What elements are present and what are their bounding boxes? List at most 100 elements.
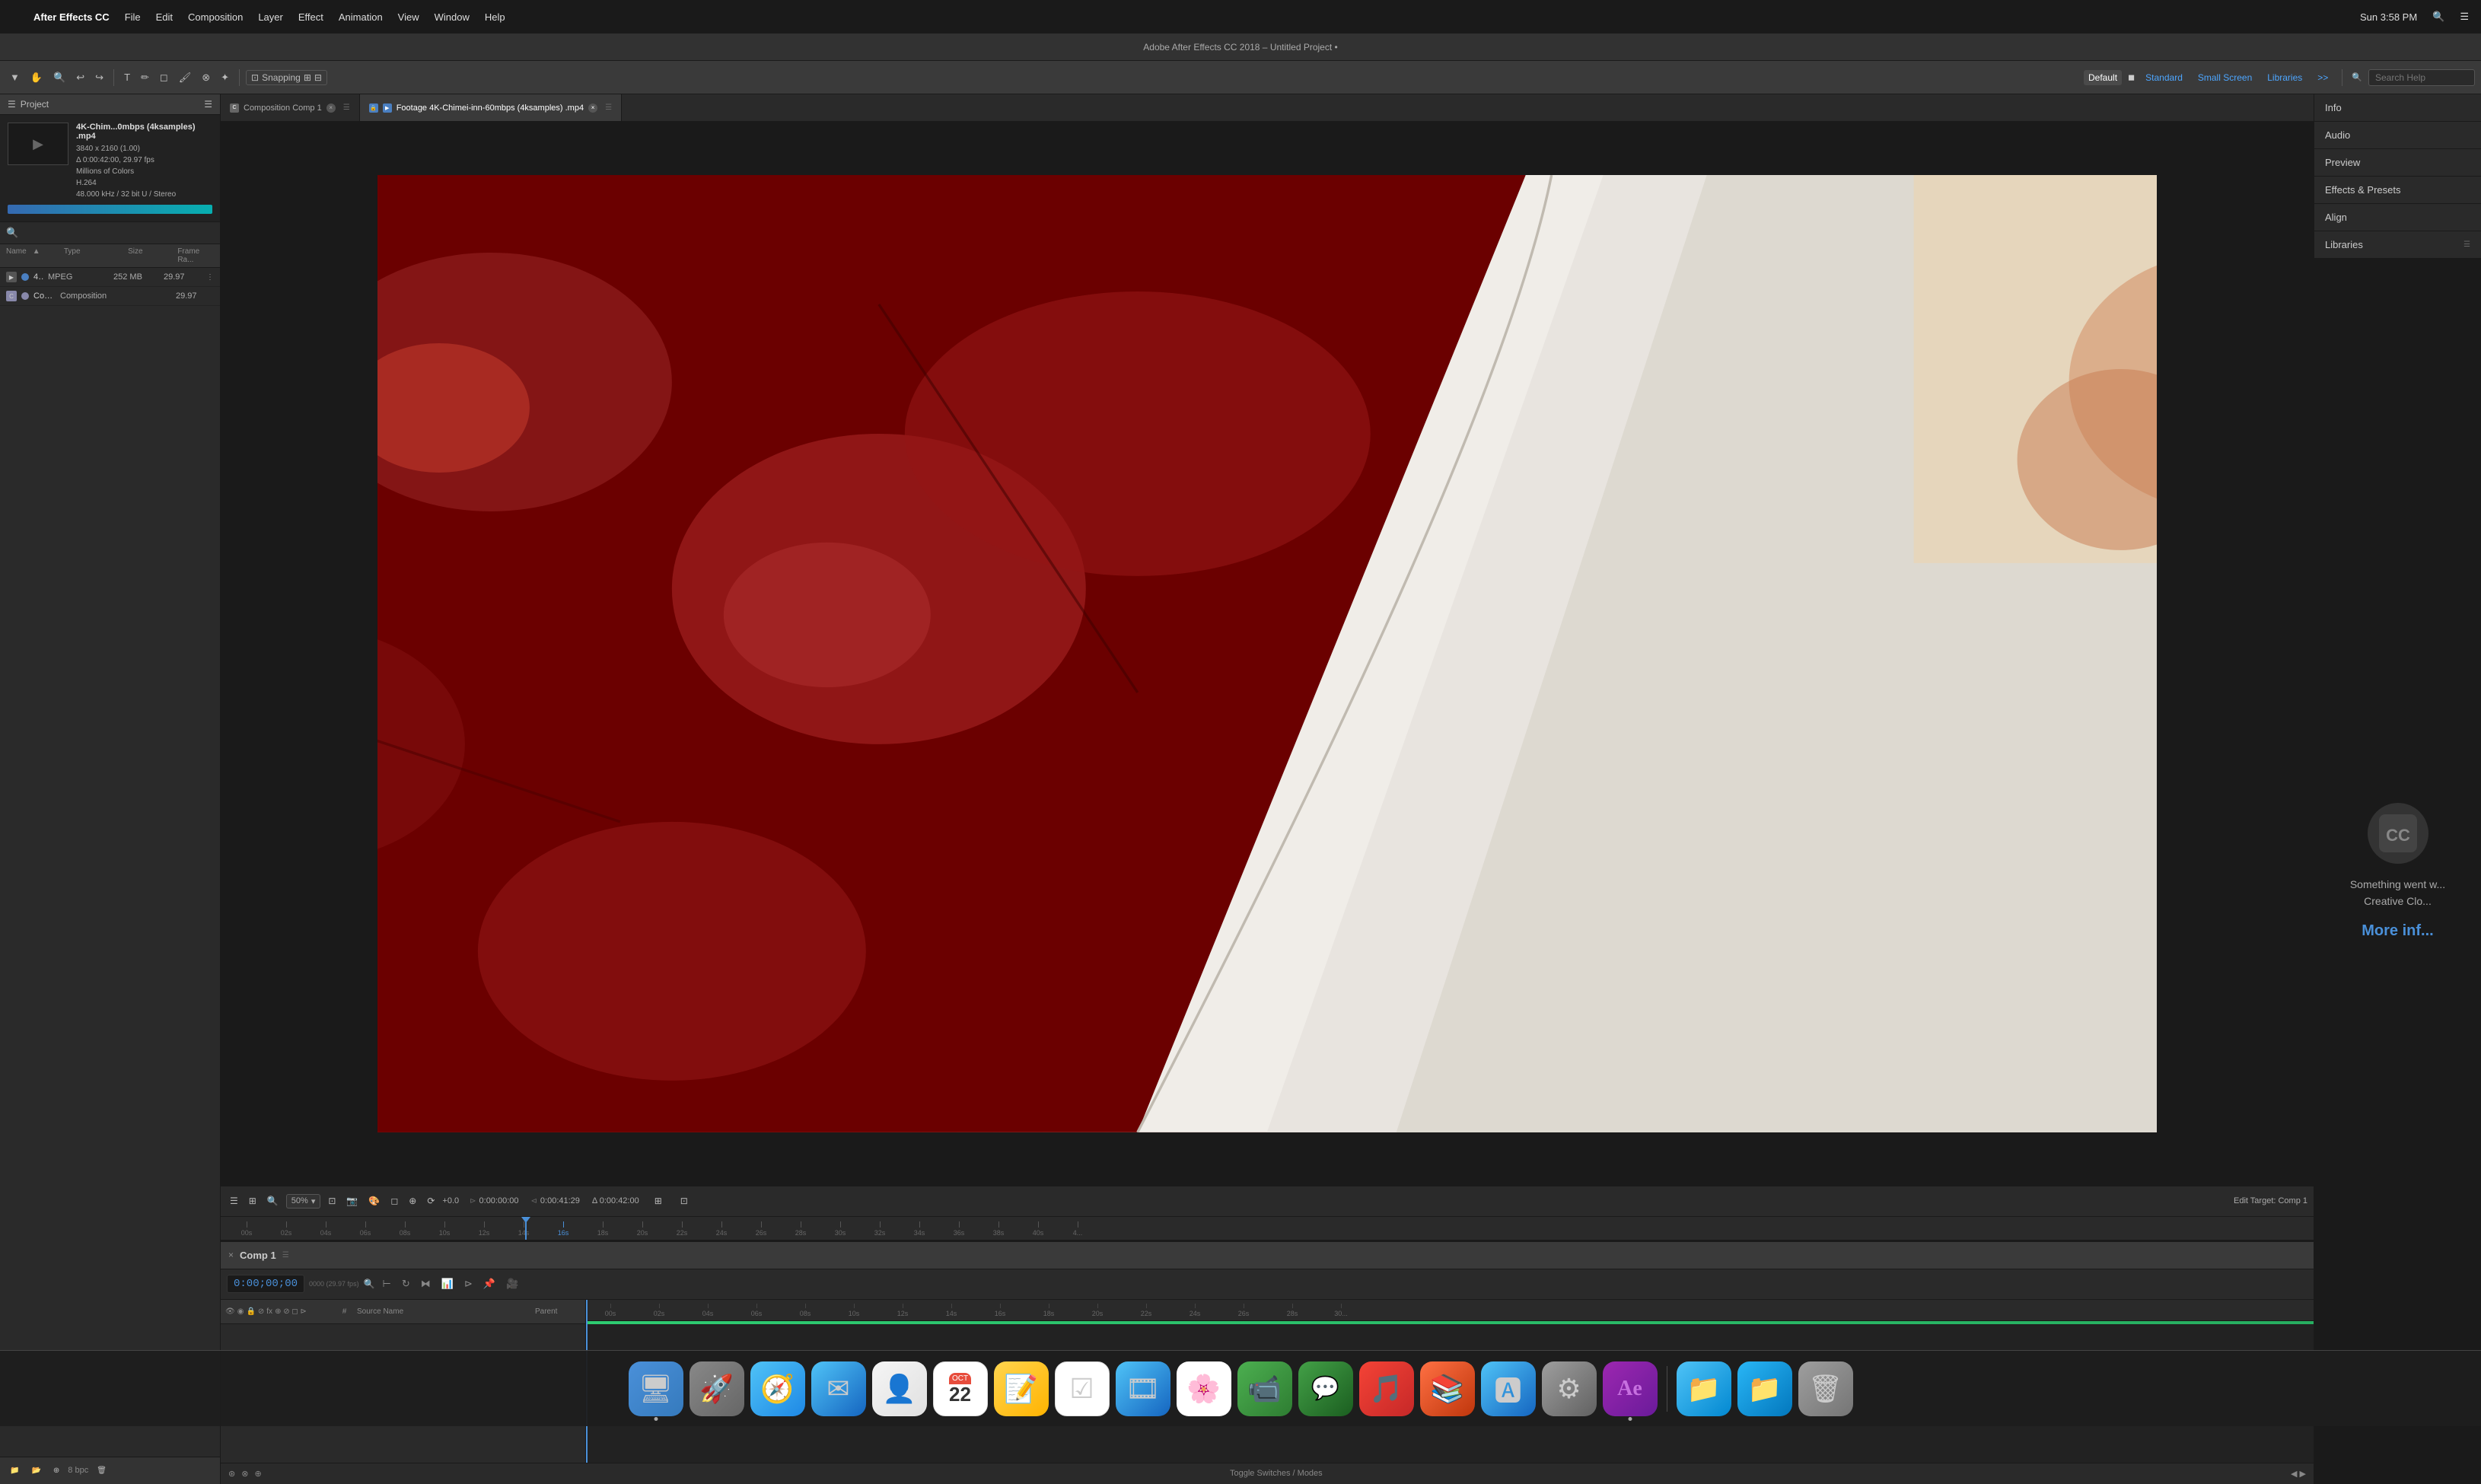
tc-camera-btn[interactable]: 🎥 bbox=[503, 1276, 521, 1291]
file-list-item-0[interactable]: ▶ 4K-Chim...mp4 MPEG 252 MB 29.97 ⋮ bbox=[0, 268, 220, 287]
comp-tab-close[interactable]: × bbox=[326, 103, 336, 113]
tool-roto[interactable]: ⊗ bbox=[198, 69, 214, 86]
menu-help[interactable]: Help bbox=[485, 11, 505, 23]
search-help-input[interactable] bbox=[2368, 69, 2475, 86]
dock-appstore[interactable]: 🅰 bbox=[1481, 1361, 1536, 1416]
right-panel-libraries[interactable]: Libraries ☰ bbox=[2314, 231, 2481, 259]
viewer-magnify-btn[interactable]: 🔍 bbox=[264, 1194, 282, 1208]
tab-footage[interactable]: 🔒 ▶ Footage 4K-Chimei-inn-60mbps (4ksamp… bbox=[360, 94, 622, 121]
tc-chart-btn[interactable]: 📊 bbox=[438, 1276, 457, 1291]
menu-file[interactable]: File bbox=[125, 11, 141, 23]
tool-redo[interactable]: ↪ bbox=[91, 69, 107, 86]
file-options-0[interactable]: ⋮ bbox=[206, 273, 214, 282]
dock-safari[interactable]: 🧭 bbox=[750, 1361, 805, 1416]
workspace-libraries[interactable]: Libraries bbox=[2263, 70, 2307, 85]
workspace-standard[interactable]: Standard bbox=[2141, 70, 2187, 85]
tc-loop-btn[interactable]: ↻ bbox=[399, 1276, 413, 1291]
right-panel-info[interactable]: Info bbox=[2314, 94, 2481, 122]
dock-settings[interactable]: ⚙ bbox=[1542, 1361, 1597, 1416]
workspace-default[interactable]: Default bbox=[2084, 70, 2122, 85]
viewer-layout-btn[interactable]: ⊞ bbox=[246, 1194, 260, 1208]
tool-pen[interactable]: ✏ bbox=[137, 69, 153, 86]
tc-trim-btn[interactable]: ⊢ bbox=[380, 1276, 394, 1291]
footage-tab-close[interactable]: × bbox=[588, 103, 597, 113]
tool-undo[interactable]: ↩ bbox=[72, 69, 88, 86]
tc-add-marker-btn[interactable]: ⧓ bbox=[418, 1276, 434, 1291]
timeline-timecode[interactable]: 0:00;00;00 bbox=[227, 1275, 304, 1293]
tool-paint[interactable]: 🖌 bbox=[175, 69, 196, 86]
viewer-refresh-btn[interactable]: ⟳ bbox=[424, 1194, 438, 1208]
dock-calendar[interactable]: OCT 22 bbox=[933, 1361, 988, 1416]
menu-window[interactable]: Window bbox=[435, 11, 470, 23]
viewer-color-btn[interactable]: 🎨 bbox=[365, 1194, 383, 1208]
workspace-small-screen[interactable]: Small Screen bbox=[2193, 70, 2256, 85]
viewer-mask-btn[interactable]: ◻ bbox=[387, 1194, 401, 1208]
delete-item-btn[interactable]: 🗑 bbox=[93, 1464, 110, 1477]
tab-comp[interactable]: C Composition Comp 1 × ☰ bbox=[221, 94, 360, 121]
new-folder-btn[interactable]: 📂 bbox=[27, 1464, 44, 1477]
menu-effect[interactable]: Effect bbox=[298, 11, 323, 23]
dock-facetime2[interactable]: 💬 bbox=[1298, 1361, 1353, 1416]
project-search-input[interactable] bbox=[23, 228, 214, 238]
right-panel-preview[interactable]: Preview bbox=[2314, 149, 2481, 177]
cc-more-info-link[interactable]: More inf... bbox=[2362, 922, 2433, 940]
toggle-icon-3[interactable]: ⊕ bbox=[254, 1469, 261, 1479]
dock-reminders[interactable]: ☑ bbox=[1055, 1361, 1110, 1416]
tool-zoom[interactable]: 🔍 bbox=[49, 69, 69, 86]
toggle-icon-1[interactable]: ⊛ bbox=[228, 1469, 235, 1479]
toggle-icon-2[interactable]: ⊗ bbox=[241, 1469, 248, 1479]
dock-books[interactable]: 📚 bbox=[1420, 1361, 1475, 1416]
viewer-3d-btn[interactable]: ⊕ bbox=[406, 1194, 419, 1208]
viewer-snap-btn[interactable]: ⊡ bbox=[325, 1194, 339, 1208]
workspace-more[interactable]: >> bbox=[2313, 70, 2333, 85]
dock-photos[interactable]: 🌸 bbox=[1177, 1361, 1231, 1416]
tool-shape[interactable]: ◻ bbox=[156, 69, 172, 86]
dock-notes[interactable]: 📝 bbox=[994, 1361, 1049, 1416]
menu-controls-icon[interactable]: ☰ bbox=[2460, 11, 2469, 23]
dock-launchpad[interactable]: 🚀 bbox=[690, 1361, 744, 1416]
viewer-playhead[interactable] bbox=[525, 1217, 527, 1240]
tc-pin-btn[interactable]: 📌 bbox=[480, 1276, 498, 1291]
menu-layer[interactable]: Layer bbox=[258, 11, 283, 23]
dock-contacts[interactable]: 👤 bbox=[872, 1361, 927, 1416]
right-panel-align[interactable]: Align bbox=[2314, 204, 2481, 231]
menu-search-icon[interactable]: 🔍 bbox=[2432, 11, 2444, 23]
dock-mail[interactable]: ✉ bbox=[811, 1361, 866, 1416]
viewer-snap2-btn[interactable]: ⊡ bbox=[677, 1194, 691, 1208]
toggle-label[interactable]: Toggle Switches / Modes bbox=[1230, 1469, 1323, 1478]
project-menu-icon[interactable]: ☰ bbox=[204, 99, 212, 110]
tool-puppet[interactable]: ✦ bbox=[217, 69, 233, 86]
viewer-camera-btn[interactable]: 📷 bbox=[343, 1194, 361, 1208]
dock-keynote[interactable]: 🎞 bbox=[1116, 1361, 1170, 1416]
dock-finder[interactable]: 🖥 bbox=[629, 1361, 683, 1416]
dock-ae[interactable]: Ae bbox=[1603, 1361, 1658, 1416]
tool-text[interactable]: T bbox=[120, 69, 134, 85]
item-settings-btn[interactable]: ⊕ bbox=[49, 1464, 63, 1477]
timeline-close-btn[interactable]: × bbox=[228, 1250, 234, 1260]
tool-select[interactable]: ▼ bbox=[6, 69, 24, 85]
tc-search-icon[interactable]: 🔍 bbox=[364, 1279, 375, 1289]
snapping-toggle[interactable]: ⊡ Snapping ⊞ ⊟ bbox=[246, 70, 327, 85]
menu-view[interactable]: View bbox=[398, 11, 419, 23]
timeline-collapse-btn[interactable]: ◀ ▶ bbox=[2291, 1469, 2306, 1479]
right-panel-audio[interactable]: Audio bbox=[2314, 122, 2481, 149]
dock-folder-2[interactable]: 📁 bbox=[1737, 1361, 1792, 1416]
tc-toggle-btn[interactable]: ⊳ bbox=[461, 1276, 476, 1291]
tool-hand[interactable]: ✋ bbox=[27, 69, 46, 86]
viewer-zoom-display[interactable]: 50% ▾ bbox=[286, 1194, 321, 1209]
timeline-menu-icon[interactable]: ☰ bbox=[282, 1251, 289, 1259]
menu-edit[interactable]: Edit bbox=[156, 11, 173, 23]
dock-facetime[interactable]: 📹 bbox=[1237, 1361, 1292, 1416]
viewer-cache-btn[interactable]: ⊞ bbox=[651, 1194, 665, 1208]
file-list-item-1[interactable]: C Comp 1 Composition 29.97 bbox=[0, 287, 220, 306]
menu-composition[interactable]: Composition bbox=[188, 11, 243, 23]
app-name[interactable]: After Effects CC bbox=[33, 11, 110, 23]
dock-trash[interactable]: 🗑 bbox=[1798, 1361, 1853, 1416]
libraries-collapse-icon[interactable]: ☰ bbox=[2463, 240, 2470, 249]
viewer-settings-btn[interactable]: ☰ bbox=[227, 1194, 241, 1208]
new-comp-btn[interactable]: 📁 bbox=[6, 1464, 23, 1477]
dock-music[interactable]: 🎵 bbox=[1359, 1361, 1414, 1416]
menu-animation[interactable]: Animation bbox=[339, 11, 383, 23]
dock-folder-ae[interactable]: 📁 bbox=[1677, 1361, 1731, 1416]
right-panel-effects[interactable]: Effects & Presets bbox=[2314, 177, 2481, 204]
